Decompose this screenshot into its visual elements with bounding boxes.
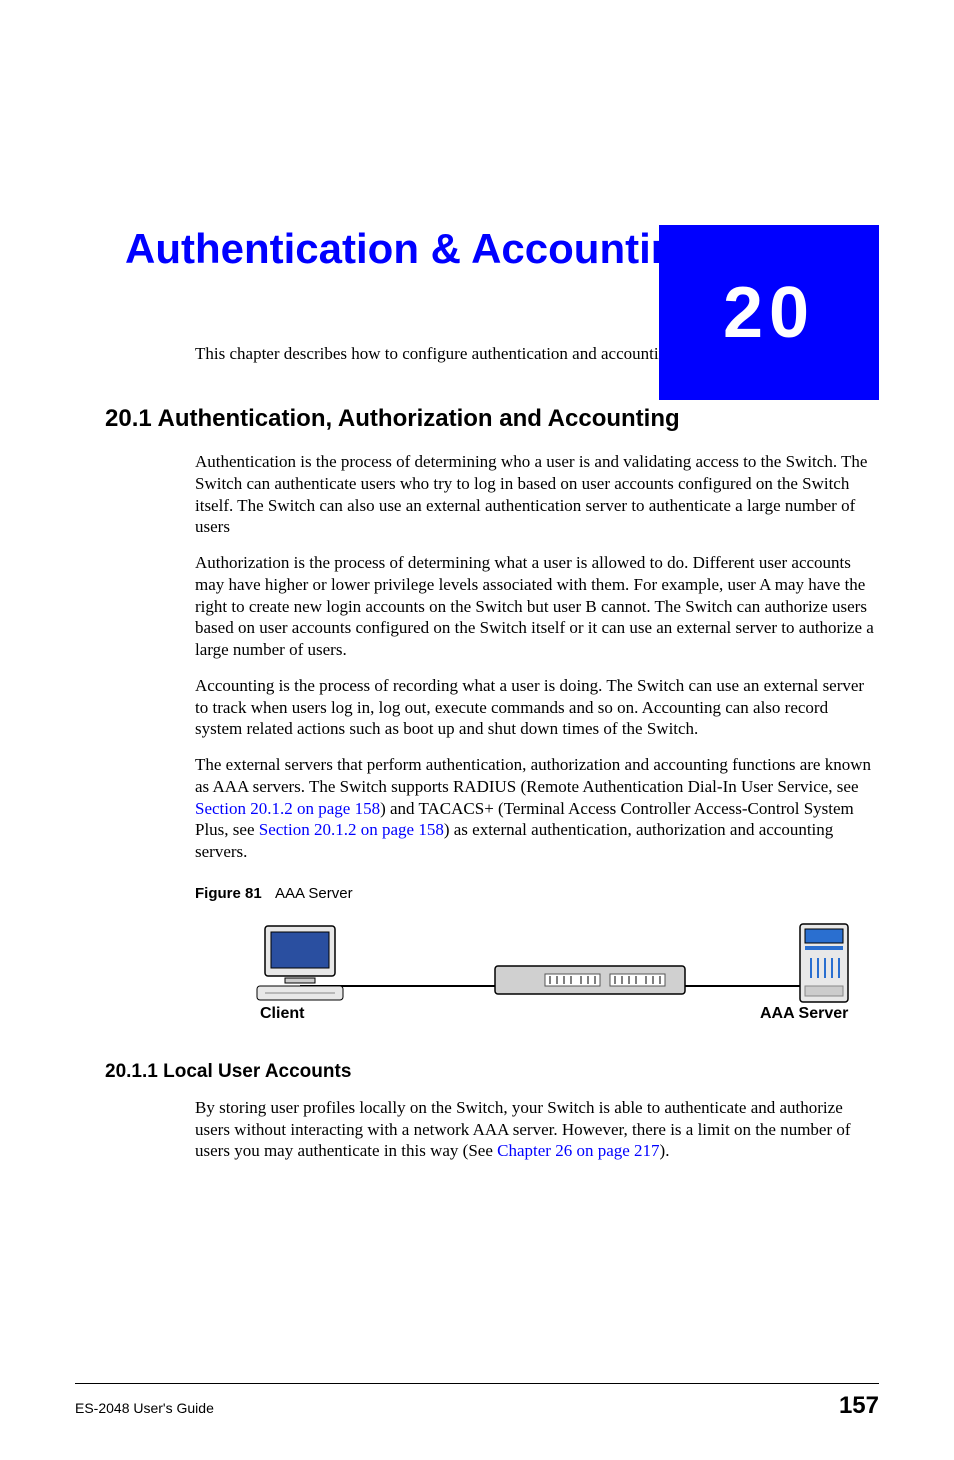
figure-client-label: Client xyxy=(260,1005,305,1022)
paragraph: Authorization is the process of determin… xyxy=(195,552,879,661)
section-heading-20-1: 20.1 Authentication, Authorization and A… xyxy=(105,405,879,433)
cross-reference-link[interactable]: Chapter 26 on page 217 xyxy=(497,1141,659,1160)
paragraph: Accounting is the process of recording w… xyxy=(195,675,879,740)
paragraph: The external servers that perform authen… xyxy=(195,754,879,863)
cross-reference-link[interactable]: Section 20.1.2 on page 158 xyxy=(195,799,380,818)
figure-title: AAA Server xyxy=(275,885,353,902)
aaa-server-icon xyxy=(800,924,848,1002)
text-run: The external servers that perform authen… xyxy=(195,755,871,796)
figure-server-label: AAA Server xyxy=(760,1005,848,1022)
figure-aaa-server: Client AAA Server xyxy=(245,916,879,1031)
client-icon xyxy=(257,926,343,1000)
switch-icon xyxy=(495,966,685,994)
section-heading-20-1-1: 20.1.1 Local User Accounts xyxy=(105,1061,879,1083)
cross-reference-link[interactable]: Section 20.1.2 on page 158 xyxy=(259,820,444,839)
chapter-number-box: 20 xyxy=(659,225,879,400)
figure-caption: Figure 81 AAA Server xyxy=(195,885,879,902)
footer-page-number: 157 xyxy=(839,1392,879,1420)
text-run: ). xyxy=(660,1141,670,1160)
page-footer: ES-2048 User's Guide 157 xyxy=(75,1383,879,1420)
footer-guide-name: ES-2048 User's Guide xyxy=(75,1400,214,1416)
chapter-number: 20 xyxy=(723,272,815,354)
figure-label: Figure 81 xyxy=(195,885,262,902)
paragraph: By storing user profiles locally on the … xyxy=(195,1097,879,1162)
paragraph: Authentication is the process of determi… xyxy=(195,451,879,538)
